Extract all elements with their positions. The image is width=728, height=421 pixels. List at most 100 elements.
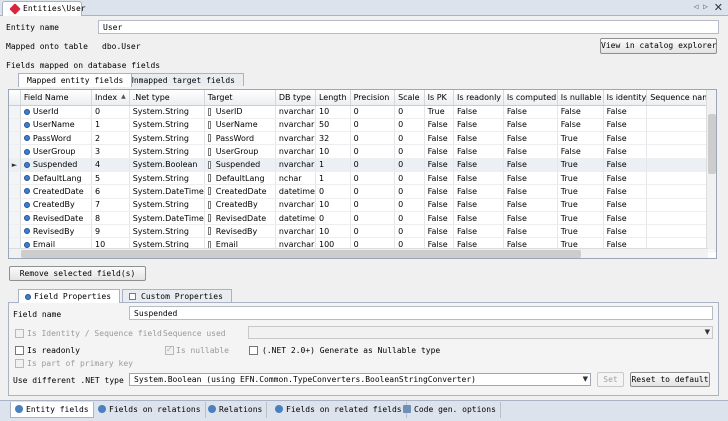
column-header-is-nullable[interactable]: Is nullable: [557, 90, 604, 106]
table-cell[interactable]: CreatedDate: [20, 184, 93, 199]
table-cell[interactable]: UserGroup: [204, 144, 276, 159]
reset-to-default-button[interactable]: Reset to default: [630, 372, 710, 387]
table-cell[interactable]: False: [424, 118, 455, 133]
table-cell[interactable]: 0: [350, 184, 396, 199]
table-cell[interactable]: 5: [91, 171, 130, 186]
table-row[interactable]: CreatedDate 6 System.DateTime CreatedDate da…: [9, 184, 716, 199]
table-cell[interactable]: False: [503, 118, 558, 133]
table-cell[interactable]: nvarchar: [275, 198, 316, 212]
table-cell[interactable]: datetime: [275, 184, 316, 199]
sequence-used-select[interactable]: ▼: [248, 326, 713, 339]
table-cell[interactable]: 0: [350, 171, 396, 186]
table-cell[interactable]: System.String: [129, 171, 205, 186]
table-cell[interactable]: False: [503, 224, 558, 239]
table-cell[interactable]: RevisedBy: [20, 224, 93, 239]
row-selector[interactable]: [9, 105, 21, 119]
table-cell[interactable]: False: [453, 211, 504, 226]
horizontal-scroll-thumb[interactable]: [21, 250, 581, 258]
table-cell[interactable]: 0: [394, 118, 425, 133]
net-type-select[interactable]: System.Boolean (using EFN.Common.TypeCon…: [129, 373, 591, 386]
row-selector[interactable]: ►: [9, 158, 21, 172]
table-cell[interactable]: CreatedBy: [20, 198, 93, 212]
table-cell[interactable]: CreatedDate: [204, 184, 276, 199]
table-cell[interactable]: False: [503, 158, 558, 172]
table-cell[interactable]: False: [503, 105, 558, 119]
view-catalog-button[interactable]: View in catalog explorer: [600, 38, 717, 54]
table-cell[interactable]: 3: [91, 144, 130, 159]
table-cell[interactable]: 1: [91, 118, 130, 133]
grid-horizontal-scrollbar[interactable]: [9, 248, 708, 258]
table-cell[interactable]: System.DateTime: [129, 211, 205, 226]
table-cell[interactable]: System.String: [129, 105, 205, 119]
table-cell[interactable]: False: [453, 105, 504, 119]
table-row[interactable]: RevisedBy 9 System.String RevisedBy nvarchar…: [9, 224, 716, 239]
table-cell[interactable]: False: [503, 184, 558, 199]
table-cell[interactable]: False: [453, 184, 504, 199]
table-cell[interactable]: Suspended: [204, 158, 276, 172]
document-tab[interactable]: Entities\User: [2, 1, 86, 16]
table-cell[interactable]: False: [424, 198, 455, 212]
table-cell[interactable]: 10: [315, 224, 351, 239]
table-cell[interactable]: 0: [350, 158, 396, 172]
table-cell[interactable]: RevisedDate: [20, 211, 93, 226]
table-cell[interactable]: False: [424, 131, 455, 146]
table-cell[interactable]: 7: [91, 198, 130, 212]
tab-fields-on-related-fields[interactable]: Fields on related fields: [271, 402, 407, 418]
table-cell[interactable]: False: [424, 211, 455, 226]
column-header-scale[interactable]: Scale: [394, 90, 425, 106]
column-header-is-pk[interactable]: Is PK: [424, 90, 455, 106]
table-cell[interactable]: PassWord: [20, 131, 93, 146]
table-cell[interactable]: 50: [315, 118, 351, 133]
table-cell[interactable]: False: [503, 171, 558, 186]
table-cell[interactable]: 0: [394, 198, 425, 212]
field-name-input[interactable]: Suspended: [129, 306, 713, 320]
table-row[interactable]: DefaultLang 5 System.String DefaultLang ncha…: [9, 171, 716, 186]
table-cell[interactable]: False: [424, 144, 455, 159]
entity-name-field[interactable]: User: [98, 20, 719, 34]
row-selector[interactable]: [9, 224, 21, 239]
table-cell[interactable]: 0: [315, 184, 351, 199]
tab-nav-arrows-icon[interactable]: ◁ ▷: [694, 2, 708, 11]
table-cell[interactable]: False: [603, 224, 648, 239]
table-cell[interactable]: UserID: [204, 105, 276, 119]
table-cell[interactable]: System.String: [129, 118, 205, 133]
tab-relations[interactable]: Relations: [204, 402, 268, 418]
table-cell[interactable]: 10: [315, 105, 351, 119]
table-row[interactable]: UserId 0 System.String UserID nvarchar 10 0 0 Tr…: [9, 105, 716, 119]
table-row[interactable]: PassWord 2 System.String PassWord nvarchar 32…: [9, 131, 716, 146]
column-header-target[interactable]: Target: [204, 90, 276, 106]
tab-fields-on-relations[interactable]: Fields on relations: [94, 402, 206, 418]
table-cell[interactable]: nvarchar: [275, 144, 316, 159]
vertical-scroll-thumb[interactable]: [708, 114, 716, 174]
table-cell[interactable]: 8: [91, 211, 130, 226]
close-icon[interactable]: ✕: [714, 1, 723, 14]
table-cell[interactable]: False: [424, 224, 455, 239]
table-cell[interactable]: False: [424, 171, 455, 186]
table-cell[interactable]: RevisedDate: [204, 211, 276, 226]
row-selector[interactable]: [9, 184, 21, 199]
is-readonly-checkbox[interactable]: [15, 346, 24, 355]
row-selector[interactable]: [9, 211, 21, 226]
table-cell[interactable]: False: [453, 171, 504, 186]
table-cell[interactable]: False: [603, 198, 648, 212]
table-cell[interactable]: PassWord: [204, 131, 276, 146]
table-cell[interactable]: RevisedBy: [204, 224, 276, 239]
table-cell[interactable]: False: [503, 198, 558, 212]
remove-selected-fields-button[interactable]: Remove selected field(s): [9, 266, 146, 281]
set-button[interactable]: Set: [597, 372, 624, 387]
table-row[interactable]: UserName 1 System.String UserName nvarchar 50…: [9, 118, 716, 133]
table-cell[interactable]: System.DateTime: [129, 184, 205, 199]
table-cell[interactable]: 10: [315, 198, 351, 212]
table-cell[interactable]: False: [453, 224, 504, 239]
table-cell[interactable]: False: [453, 144, 504, 159]
table-cell[interactable]: 0: [350, 144, 396, 159]
table-cell[interactable]: False: [453, 131, 504, 146]
table-cell[interactable]: UserGroup: [20, 144, 93, 159]
table-cell[interactable]: nvarchar: [275, 118, 316, 133]
is-part-pk-checkbox[interactable]: [15, 359, 24, 368]
column-header-index[interactable]: Index ▲: [91, 90, 130, 106]
table-cell[interactable]: True: [557, 158, 604, 172]
table-cell[interactable]: 1: [315, 158, 351, 172]
table-cell[interactable]: 0: [394, 184, 425, 199]
table-cell[interactable]: 0: [394, 224, 425, 239]
